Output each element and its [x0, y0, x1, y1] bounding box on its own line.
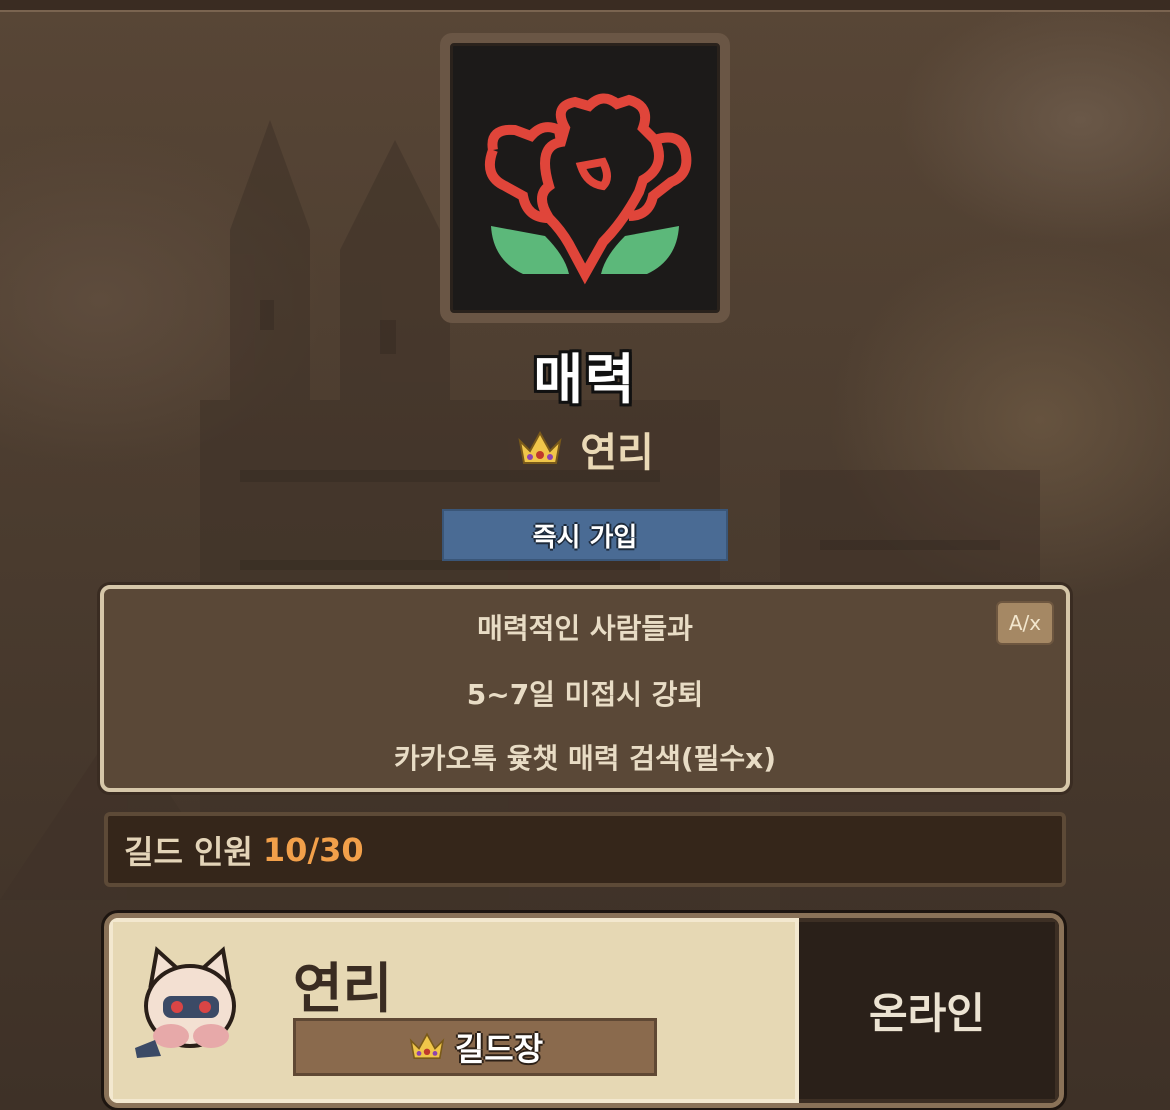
guild-description-panel: 매력적인 사람들과 5~7일 미접시 강퇴 카카오톡 윷챗 매력 검색(필수x)… — [100, 585, 1070, 792]
guild-leader-row: 연리 — [0, 420, 1170, 478]
top-bar — [0, 0, 1170, 12]
flower-emblem-icon — [450, 43, 720, 313]
member-count-bar: 길드 인원 10/30 — [104, 812, 1066, 887]
description-line: 매력적인 사람들과 — [477, 612, 693, 645]
guild-name: 매력 — [533, 348, 637, 411]
member-status-panel: 온라인 — [799, 918, 1059, 1103]
guild-leader-name: 연리 — [580, 430, 654, 476]
member-status: 온라인 — [869, 989, 985, 1038]
description-line: 5~7일 미접시 강퇴 — [466, 678, 704, 711]
member-card[interactable]: 연리 길드장 온라인 — [104, 913, 1064, 1108]
guild-emblem-frame — [440, 33, 730, 323]
role-badge: 길드장 — [293, 1018, 657, 1076]
member-count-value: 10/30 — [262, 830, 364, 869]
description-line: 카카오톡 윷챗 매력 검색(필수x) — [393, 742, 777, 775]
cat-avatar-icon — [131, 944, 249, 1062]
translate-icon: A/x — [1008, 611, 1042, 635]
member-info: 연리 길드장 — [109, 918, 799, 1103]
translate-button[interactable]: A/x — [996, 601, 1054, 645]
role-label: 길드장 — [454, 1030, 544, 1068]
crown-icon — [518, 430, 562, 464]
member-name: 연리 — [293, 957, 393, 1020]
crown-icon — [409, 1032, 445, 1059]
join-button[interactable]: 즉시 가입 — [442, 509, 728, 561]
member-count-label: 길드 인원 — [124, 832, 253, 871]
